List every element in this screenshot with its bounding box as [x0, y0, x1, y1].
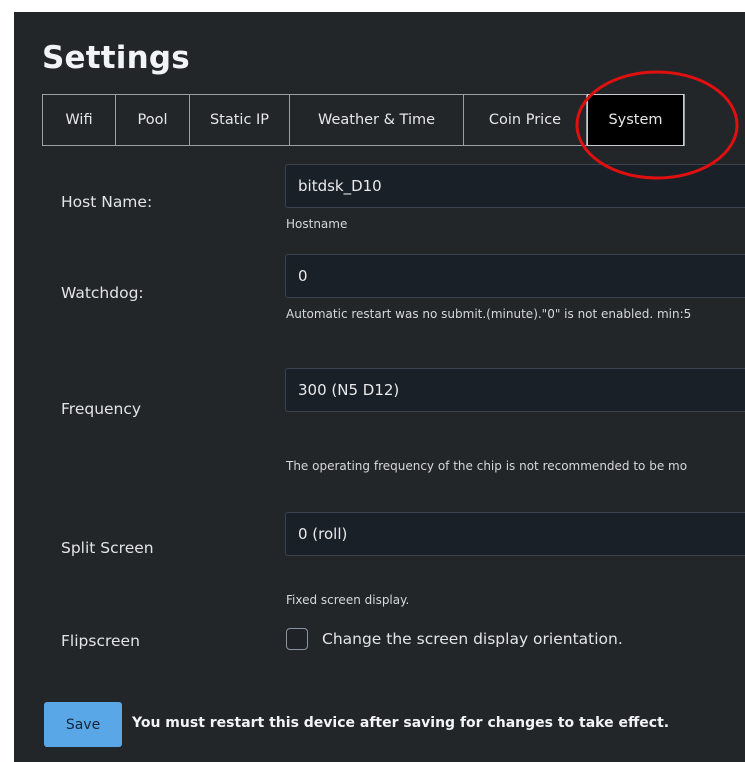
frequency-label: Frequency	[61, 400, 142, 418]
host-name-input[interactable]: bitdsk_D10	[285, 164, 745, 208]
split-screen-help: Fixed screen display.	[286, 593, 410, 607]
frequency-help: The operating frequency of the chip is n…	[286, 459, 688, 473]
save-button[interactable]: Save	[44, 702, 122, 747]
split-screen-label: Split Screen	[61, 539, 154, 557]
flipscreen-label: Flipscreen	[61, 632, 140, 650]
settings-tabs: Wifi Pool Static IP Weather & Time Coin …	[42, 94, 685, 146]
tab-pool[interactable]: Pool	[116, 95, 190, 145]
flipscreen-checkbox[interactable]	[286, 628, 308, 650]
watchdog-help: Automatic restart was no submit.(minute)…	[286, 307, 692, 321]
tab-coin-price[interactable]: Coin Price	[464, 95, 587, 145]
split-screen-select[interactable]: 0 (roll)	[285, 512, 745, 556]
settings-panel: Settings Wifi Pool Static IP Weather & T…	[14, 12, 745, 762]
flipscreen-checkbox-label[interactable]: Change the screen display orientation.	[322, 630, 623, 648]
host-name-help: Hostname	[286, 217, 348, 231]
tab-system[interactable]: System	[587, 94, 684, 146]
tab-weather-time[interactable]: Weather & Time	[290, 95, 464, 145]
watchdog-input[interactable]: 0	[285, 254, 745, 298]
tab-wifi[interactable]: Wifi	[43, 95, 116, 145]
host-name-label: Host Name:	[61, 193, 153, 211]
watchdog-label: Watchdog:	[61, 284, 144, 302]
page-title: Settings	[42, 40, 190, 76]
restart-note: You must restart this device after savin…	[132, 715, 670, 731]
tab-static-ip[interactable]: Static IP	[190, 95, 290, 145]
frequency-select[interactable]: 300 (N5 D12)	[285, 368, 745, 412]
